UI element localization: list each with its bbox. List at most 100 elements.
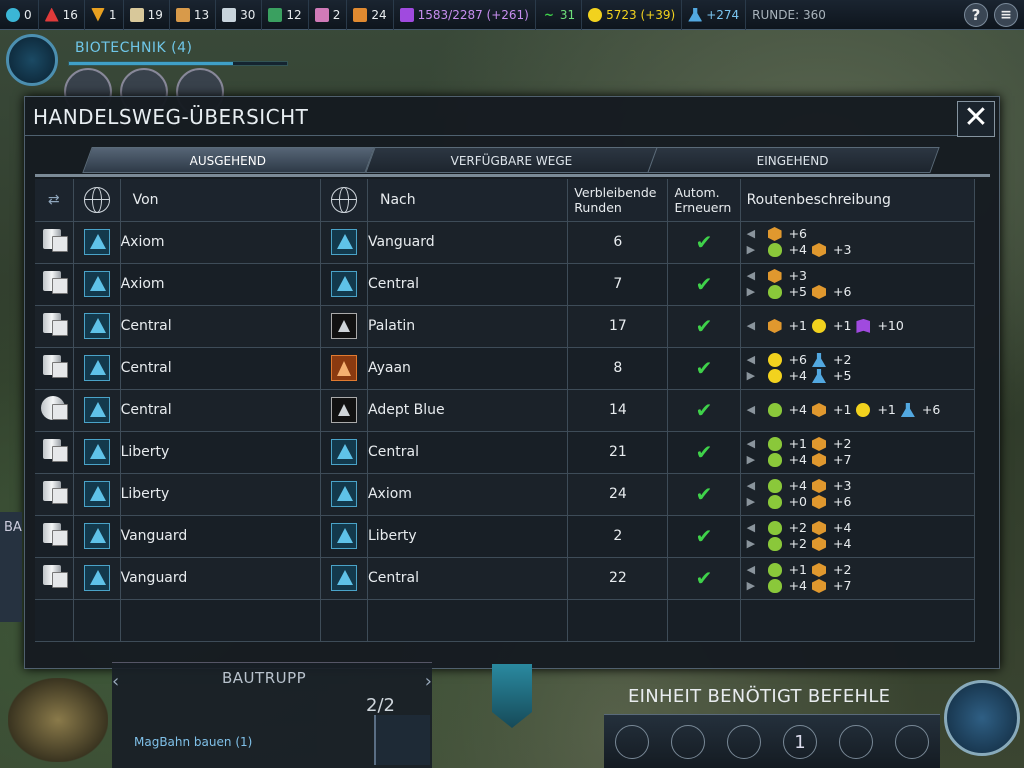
science-icon: [688, 7, 703, 22]
from-city[interactable]: Liberty: [120, 431, 321, 474]
tab-outgoing[interactable]: AUSGEHEND: [82, 147, 375, 173]
renew-header[interactable]: Autom. Erneuern: [667, 179, 741, 222]
from-city[interactable]: Central: [120, 389, 321, 432]
trade-unit-cell[interactable]: [35, 515, 74, 558]
auto-renew-toggle[interactable]: ✔: [667, 515, 741, 558]
menu-button[interactable]: ≡: [994, 2, 1018, 27]
from-globe-header[interactable]: [73, 179, 121, 222]
quest-icon[interactable]: [839, 724, 873, 759]
from-city[interactable]: Central: [120, 305, 321, 348]
to-city[interactable]: Central: [367, 263, 569, 306]
from-header[interactable]: Von: [120, 179, 321, 222]
yield-value: +1: [833, 318, 852, 333]
production-icon: [812, 285, 826, 299]
cargo-ship-icon: [40, 521, 68, 547]
city-affinity-icon: [330, 439, 357, 465]
auto-renew-toggle[interactable]: ✔: [667, 557, 741, 600]
tab-incoming[interactable]: EINGEHEND: [647, 147, 940, 173]
yield-value: +4: [788, 368, 807, 383]
checkmark-icon: ✔: [695, 314, 713, 338]
from-affinity-cell: [73, 347, 121, 390]
turns-header[interactable]: Verbleibende Runden: [567, 179, 669, 222]
next-turn-button[interactable]: [944, 680, 1020, 756]
trade-unit-cell[interactable]: [35, 431, 74, 474]
affinity-icon[interactable]: [727, 724, 761, 759]
auto-renew-toggle[interactable]: ✔: [667, 347, 741, 390]
tab-available[interactable]: VERFÜGBARE WEGE: [364, 147, 658, 173]
trade-unit-cell[interactable]: [35, 557, 74, 600]
cargo-ship-icon: [40, 227, 68, 253]
energy-resource[interactable]: 5723 (+39): [582, 0, 683, 30]
food-icon: [767, 437, 782, 451]
to-globe-header[interactable]: [320, 179, 368, 222]
production-icon: [812, 579, 826, 593]
culture-resource[interactable]: 1583/2287 (+261): [394, 0, 536, 30]
prev-unit-icon[interactable]: ‹: [112, 671, 119, 692]
from-city[interactable]: Vanguard: [120, 557, 321, 600]
auto-renew-toggle[interactable]: ✔: [667, 431, 741, 474]
trade-unit-cell[interactable]: [35, 305, 74, 348]
auto-renew-toggle[interactable]: ✔: [667, 263, 741, 306]
from-city[interactable]: Central: [120, 347, 321, 390]
table-row[interactable]: Vanguard Central 22 ✔ ◀ +1 +2 ▶ +4 +7: [35, 557, 976, 600]
yield-value: +5: [833, 368, 852, 383]
table-row[interactable]: Liberty Axiom 24 ✔ ◀ +4 +3 ▶ +0 +6: [35, 473, 976, 516]
next-unit-icon[interactable]: ›: [425, 671, 432, 692]
tech-web-button[interactable]: [6, 34, 58, 86]
auto-renew-toggle[interactable]: ✔: [667, 221, 741, 264]
route-description: ◀ +4 +1 +1 +6: [740, 389, 976, 432]
drone-icon[interactable]: [615, 724, 649, 759]
table-row[interactable]: Vanguard Liberty 2 ✔ ◀ +2 +4 ▶ +2 +4: [35, 515, 976, 558]
table-row[interactable]: Central Palatin 17 ✔ ◀ +1 +1 +10: [35, 305, 976, 348]
to-city[interactable]: Palatin: [367, 305, 569, 348]
trade-unit-cell[interactable]: [35, 389, 74, 432]
to-header[interactable]: Nach: [367, 179, 569, 222]
build-magrail-button[interactable]: [374, 715, 430, 765]
city-affinity-icon: [83, 313, 110, 339]
production-icon: [767, 319, 782, 333]
globe-icon[interactable]: [895, 724, 929, 759]
side-panel-tab[interactable]: BA: [0, 512, 22, 622]
yield-value: +4: [788, 478, 807, 493]
help-button[interactable]: ?: [964, 2, 988, 27]
arrow-left-icon: ◀: [746, 269, 756, 282]
table-row[interactable]: Axiom Vanguard 6 ✔ ◀ +6 ▶ +4 +3: [35, 221, 976, 264]
auto-renew-toggle[interactable]: ✔: [667, 389, 741, 432]
table-row[interactable]: Axiom Central 7 ✔ ◀ +3 ▶ +5 +6: [35, 263, 976, 306]
from-city[interactable]: Axiom: [120, 263, 321, 306]
yield-value: +3: [833, 478, 852, 493]
current-research[interactable]: BIOTECHNIK (4): [75, 40, 193, 56]
to-city[interactable]: Central: [367, 557, 569, 600]
table-row[interactable]: Central Adept Blue 14 ✔ ◀ +4 +1 +1 +6: [35, 389, 976, 432]
route-description: ◀ +2 +4 ▶ +2 +4: [740, 515, 976, 558]
unit-portrait[interactable]: [0, 672, 120, 768]
to-city[interactable]: Vanguard: [367, 221, 569, 264]
trade-unit-cell[interactable]: [35, 263, 74, 306]
table-row[interactable]: Central Ayaan 8 ✔ ◀ +6 +2 ▶ +4 +5: [35, 347, 976, 390]
auto-renew-toggle[interactable]: ✔: [667, 305, 741, 348]
to-city[interactable]: Liberty: [367, 515, 569, 558]
health-resource[interactable]: ~31: [536, 0, 583, 30]
satellite-icon[interactable]: [671, 724, 705, 759]
sort-swap-header[interactable]: ⇄: [35, 179, 74, 222]
from-city[interactable]: Liberty: [120, 473, 321, 516]
yield-value: +4: [788, 578, 807, 593]
to-city[interactable]: Central: [367, 431, 569, 474]
to-city[interactable]: Adept Blue: [367, 389, 569, 432]
close-button[interactable]: ✕: [957, 101, 995, 137]
trade-unit-cell[interactable]: [35, 347, 74, 390]
route-description: ◀ +4 +3 ▶ +0 +6: [740, 473, 976, 516]
faith-resource: 0: [0, 0, 39, 30]
yield-value: +4: [833, 536, 852, 551]
trade-unit-cell[interactable]: [35, 221, 74, 264]
covert-ops-icon[interactable]: 1: [783, 724, 817, 759]
arrow-right-icon: ▶: [746, 537, 756, 550]
trade-unit-cell[interactable]: [35, 473, 74, 516]
to-city[interactable]: Axiom: [367, 473, 569, 516]
table-row[interactable]: Liberty Central 21 ✔ ◀ +1 +2 ▶ +4 +7: [35, 431, 976, 474]
from-city[interactable]: Vanguard: [120, 515, 321, 558]
from-city[interactable]: Axiom: [120, 221, 321, 264]
science-resource[interactable]: +274: [682, 0, 747, 30]
auto-renew-toggle[interactable]: ✔: [667, 473, 741, 516]
to-city[interactable]: Ayaan: [367, 347, 569, 390]
